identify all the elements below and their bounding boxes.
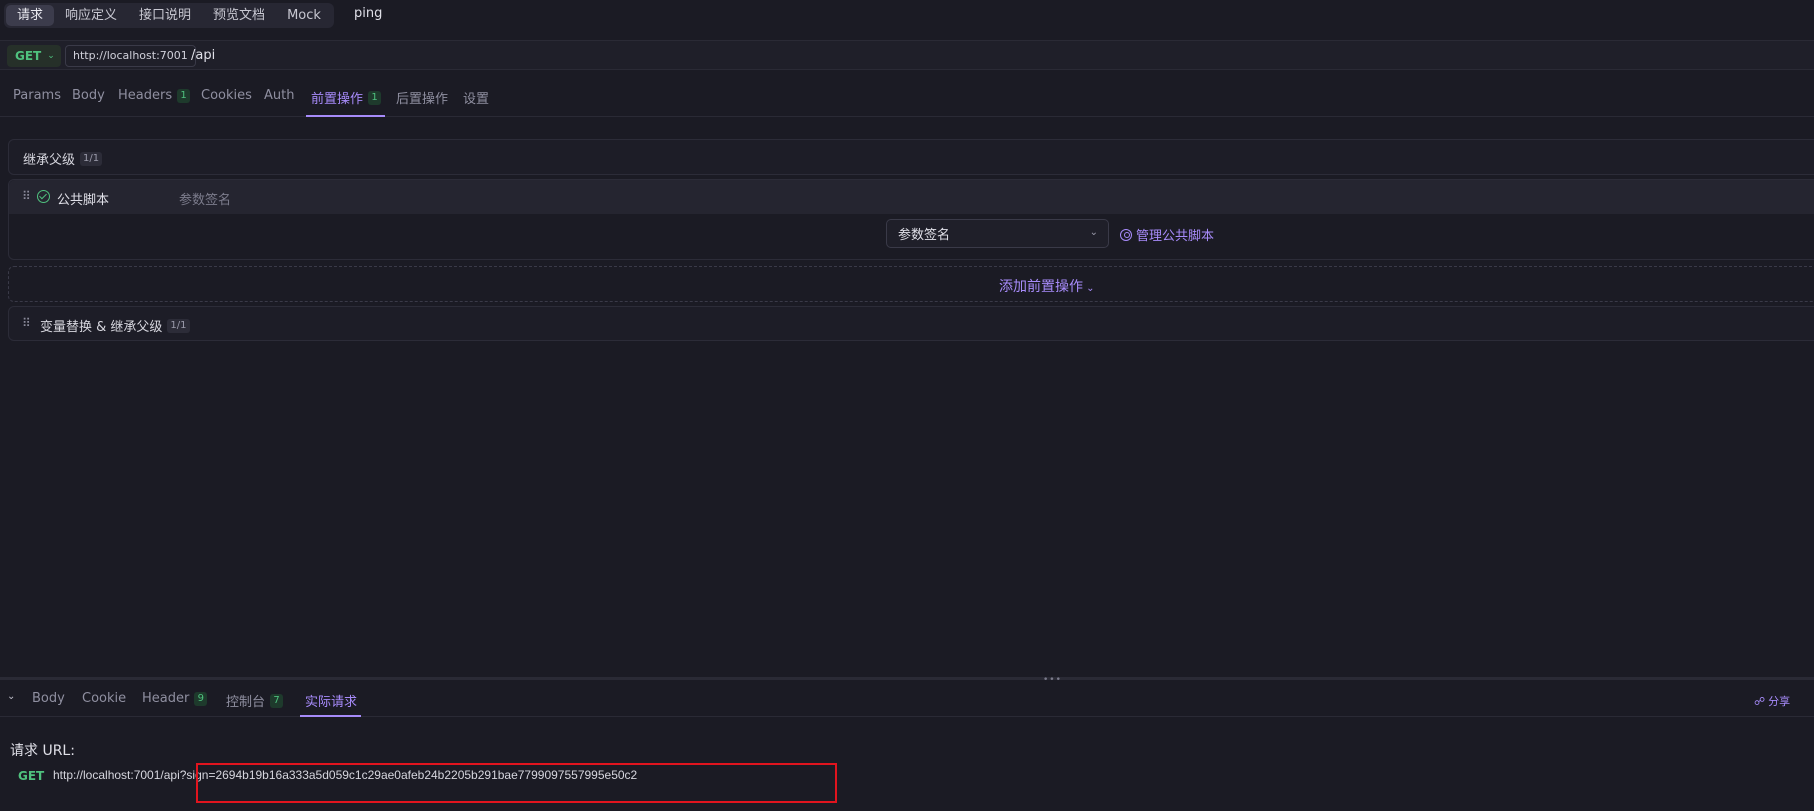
request-tabs: Params Body Headers 1 Cookies Auth 前置操作 1 … [0,82,1814,117]
tab-response-header[interactable]: Header 9 [142,691,208,706]
tab-response-body[interactable]: Body [32,691,65,706]
tab-label: Headers [118,88,173,103]
public-script-select[interactable]: 参数签名 ⌄ [886,219,1109,248]
variable-replace-panel[interactable]: ⠿ 变量替换 & 继承父级 1/1 [8,306,1814,341]
variable-replace-title: 变量替换 & 继承父级 1/1 [40,316,190,335]
url-bar: GET ⌄ http://localhost:7001 /api [0,40,1814,70]
check-circle-icon[interactable] [37,190,50,203]
pre-operations-count-badge: 1 [368,90,382,105]
tab-post-operations[interactable]: 后置操作 [396,88,448,107]
add-pre-operation-row[interactable]: 添加前置操作 ⌄ [8,266,1814,302]
top-tab-response-definition[interactable]: 响应定义 [54,5,128,26]
inherit-parent-title: 继承父级 1/1 [23,149,103,168]
tab-actual-request[interactable]: 实际请求 [305,691,357,710]
console-count-badge: 7 [270,693,284,708]
active-tab-indicator [306,115,385,117]
collapse-chevron-icon[interactable]: ⌄ [7,691,15,702]
inherit-parent-panel[interactable]: 继承父级 1/1 [8,139,1814,175]
manage-label: 管理公共脚本 [1136,229,1215,244]
drag-handle-icon[interactable]: ⠿ [22,189,31,203]
headers-count-badge: 1 [177,88,191,103]
active-tab-indicator [300,715,361,717]
tab-label: 前置操作 [311,92,364,107]
highlight-annotation-box [196,763,837,803]
public-script-title: 公共脚本 [57,193,110,208]
tab-pre-operations[interactable]: 前置操作 1 [311,88,382,107]
tab-params[interactable]: Params [13,88,61,103]
public-script-subtitle: 参数签名 [179,193,232,208]
pane-splitter[interactable] [0,677,1814,680]
public-script-block: ⠿ 公共脚本 参数签名 参数签名 ⌄ 管理公共脚本 [8,179,1814,260]
request-url-label: 请求 URL: [10,743,75,759]
tab-label: Cookie [82,691,127,706]
actual-request-method: GET [18,769,45,783]
variable-replace-label: 变量替换 & 继承父级 [40,320,163,335]
add-pre-operation-label: 添加前置操作 [999,279,1083,295]
tab-settings[interactable]: 设置 [463,88,489,107]
response-tabs: ⌄ Body Cookie Header 9 控制台 7 实际请求 ☍ 分享 [0,681,1814,717]
selected-script-label: 参数签名 [898,228,951,243]
path-input[interactable]: /api [191,48,215,63]
tab-label: 控制台 [226,695,266,710]
public-script-header: ⠿ 公共脚本 参数签名 [9,180,1814,214]
tab-response-cookie[interactable]: Cookie [82,691,126,706]
chevron-down-icon: ⌄ [47,51,55,61]
share-button[interactable]: ☍ 分享 [1754,693,1790,709]
share-label: 分享 [1768,695,1791,708]
tab-cookies[interactable]: Cookies [201,88,252,103]
tab-console[interactable]: 控制台 7 [226,691,284,710]
tab-label: Header [142,691,190,706]
method-select[interactable]: GET ⌄ [7,45,61,67]
header-count-badge: 9 [194,691,208,706]
tab-headers[interactable]: Headers 1 [118,88,191,103]
tab-body[interactable]: Body [72,88,105,103]
host-field[interactable]: http://localhost:7001 [65,45,196,67]
chevron-down-icon: ⌄ [1089,227,1098,238]
share-icon: ☍ [1754,694,1766,708]
top-tab-preview-doc[interactable]: 预览文档 [202,5,276,26]
manage-public-scripts-link[interactable]: 管理公共脚本 [1120,225,1214,244]
top-tab-api-description[interactable]: 接口说明 [128,5,202,26]
tab-label: 设置 [463,92,490,107]
variable-replace-count: 1/1 [167,318,190,333]
top-tab-mock[interactable]: Mock [276,5,332,26]
api-name[interactable]: ping [354,6,382,21]
tab-label: 实际请求 [305,695,358,710]
tab-label: Params [13,88,61,103]
add-pre-operation-button[interactable]: 添加前置操作 ⌄ [999,276,1095,296]
tab-label: Auth [264,88,295,103]
tab-label: Cookies [201,88,252,103]
method-label: GET [15,49,42,63]
inherit-parent-label: 继承父级 [23,153,76,168]
tab-auth[interactable]: Auth [264,88,294,103]
drag-handle-icon[interactable]: ⠿ [22,316,31,330]
top-bar: 请求 响应定义 接口说明 预览文档 Mock ping [0,0,1814,30]
tab-label: 后置操作 [396,92,449,107]
tab-label: Body [72,88,105,103]
inherit-parent-count: 1/1 [80,151,103,166]
tab-label: Body [32,691,65,706]
top-tab-request[interactable]: 请求 [6,5,55,26]
chevron-down-icon: ⌄ [1083,283,1095,294]
gear-icon [1120,228,1132,241]
top-tab-group: 请求 响应定义 接口说明 预览文档 Mock [4,3,334,28]
